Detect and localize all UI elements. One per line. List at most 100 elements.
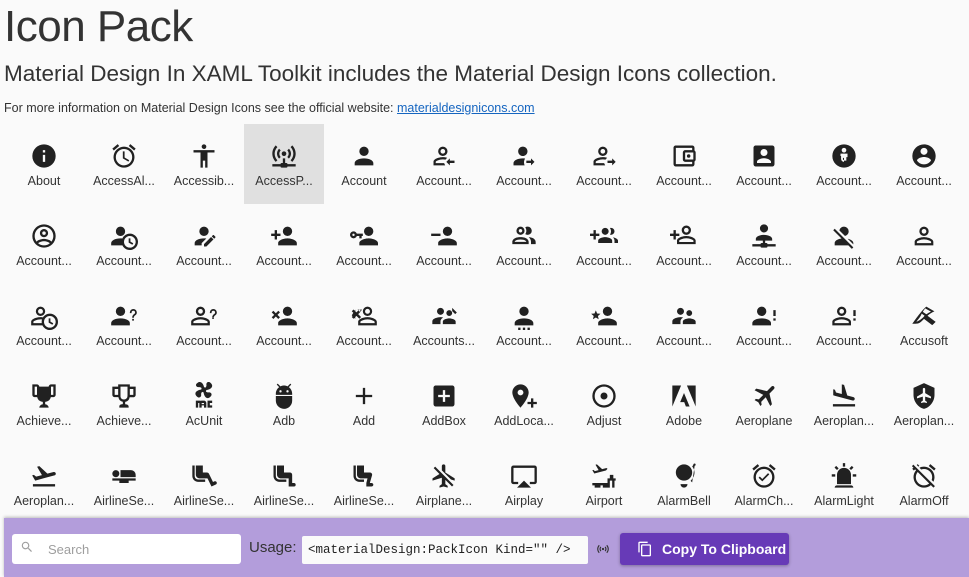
icon-tile-label: Account... xyxy=(176,254,232,268)
icon-tile[interactable]: Aeroplan... xyxy=(4,444,84,517)
icon-tile[interactable]: AirlineSe... xyxy=(164,444,244,517)
icon-tile[interactable]: AccessAl... xyxy=(84,124,164,204)
icon-tile[interactable]: AcUnit xyxy=(164,364,244,444)
icon-tile[interactable]: AirlineSe... xyxy=(324,444,404,517)
icon-tile[interactable]: Adjust xyxy=(564,364,644,444)
icon-tile[interactable]: Account... xyxy=(324,284,404,364)
icon-tile[interactable]: Accessib... xyxy=(164,124,244,204)
icon-tile-label: Account... xyxy=(96,254,152,268)
icon-tile[interactable]: Account... xyxy=(484,204,564,284)
icon-tile-label: Account xyxy=(341,174,387,188)
icon-tile[interactable]: Airplane... xyxy=(404,444,484,517)
icon-tile-label: AlarmOff xyxy=(899,494,949,508)
icon-tile[interactable]: About xyxy=(4,124,84,204)
search-box[interactable] xyxy=(12,534,241,564)
icon-tile[interactable]: Account xyxy=(324,124,404,204)
icon-tile[interactable]: Account... xyxy=(724,284,804,364)
icon-tile[interactable]: Aeroplan... xyxy=(884,364,964,444)
icon-tile[interactable]: Account... xyxy=(804,124,884,204)
icon-tile[interactable]: Account... xyxy=(564,204,644,284)
account-arrow-right-icon xyxy=(510,142,538,170)
icon-tile[interactable]: Account... xyxy=(564,284,644,364)
icon-tile[interactable]: Account... xyxy=(884,124,964,204)
icon-tile-label: AirlineSe... xyxy=(253,494,315,508)
icon-tile-label: Adb xyxy=(272,414,296,428)
icon-tile[interactable]: Account... xyxy=(164,284,244,364)
icon-tile[interactable]: AlarmLight xyxy=(804,444,884,517)
icon-tile[interactable]: Aeroplan... xyxy=(804,364,884,444)
icon-tile[interactable]: Account... xyxy=(644,204,724,284)
account-edit-icon xyxy=(190,222,218,250)
icon-tile[interactable]: Account... xyxy=(724,124,804,204)
icon-tile[interactable]: Account... xyxy=(84,284,164,364)
account-off-icon xyxy=(830,222,858,250)
website-link[interactable]: materialdesignicons.com xyxy=(397,101,535,115)
icon-pack-page: Icon Pack Material Design In XAML Toolki… xyxy=(0,0,969,577)
icon-tile[interactable]: Account... xyxy=(244,284,324,364)
icon-tile[interactable]: AirlineSe... xyxy=(84,444,164,517)
airplane-icon xyxy=(750,382,778,410)
icon-tile[interactable]: Account... xyxy=(644,124,724,204)
icon-tile-label: Accusoft xyxy=(900,334,948,348)
icon-tile[interactable]: Account... xyxy=(484,284,564,364)
icon-tile-label: AcUnit xyxy=(185,414,223,428)
icon-tile[interactable]: AirlineSe... xyxy=(244,444,324,517)
icon-tile[interactable]: Account... xyxy=(484,124,564,204)
access-point-icon xyxy=(596,542,610,556)
map-marker-plus-icon xyxy=(510,382,538,410)
icon-tile-label: Account... xyxy=(736,334,792,348)
icon-tile[interactable]: Account... xyxy=(84,204,164,284)
icon-tile[interactable]: Achieve... xyxy=(84,364,164,444)
icon-tile[interactable]: Airplay xyxy=(484,444,564,517)
icon-tile[interactable]: AccessP... xyxy=(244,124,324,204)
icon-tile-label: Account... xyxy=(416,254,472,268)
icon-tile[interactable]: Account... xyxy=(164,204,244,284)
account-remove-outline-icon xyxy=(350,302,378,330)
icon-tile[interactable]: Airport xyxy=(564,444,644,517)
icon-tile-label: Account... xyxy=(736,174,792,188)
icon-tile-label: Adobe xyxy=(665,414,703,428)
icon-tile-label: Adjust xyxy=(586,414,622,428)
icon-tile[interactable]: Account... xyxy=(324,204,404,284)
icon-tile-label: Account... xyxy=(416,174,472,188)
icon-tile[interactable]: Account... xyxy=(404,204,484,284)
icon-tile[interactable]: Account... xyxy=(644,284,724,364)
icon-tile[interactable]: Account... xyxy=(804,284,884,364)
copy-to-clipboard-button[interactable]: Copy To Clipboard xyxy=(620,533,789,565)
icon-tile[interactable]: AddLoca... xyxy=(484,364,564,444)
icon-tile[interactable]: AddBox xyxy=(404,364,484,444)
icon-tile[interactable]: Account... xyxy=(404,124,484,204)
icon-tile[interactable]: Accounts... xyxy=(404,284,484,364)
icon-tile-label: AccessAl... xyxy=(93,174,155,188)
icon-tile[interactable]: Account... xyxy=(884,204,964,284)
icon-tile[interactable]: Accusoft xyxy=(884,284,964,364)
icon-tile[interactable]: AlarmOff xyxy=(884,444,964,517)
alarm-off-icon xyxy=(910,462,938,490)
icon-tile[interactable]: Account... xyxy=(804,204,884,284)
content-copy-icon xyxy=(638,541,651,557)
icon-tile[interactable]: Account... xyxy=(244,204,324,284)
icon-tile[interactable]: Adb xyxy=(244,364,324,444)
icon-tile-label: AlarmLight xyxy=(814,494,874,508)
icon-tile[interactable]: Achieve... xyxy=(4,364,84,444)
icon-tile[interactable]: Adobe xyxy=(644,364,724,444)
icon-tile-label: AirlineSe... xyxy=(333,494,395,508)
icon-tile-label: Account... xyxy=(96,334,152,348)
icon-tile-label: Aeroplan... xyxy=(13,494,75,508)
icon-tile[interactable]: Aeroplane xyxy=(724,364,804,444)
icon-tile[interactable]: AlarmBell xyxy=(644,444,724,517)
icon-tile[interactable]: Add xyxy=(324,364,404,444)
icon-tile[interactable]: Account... xyxy=(724,204,804,284)
usage-code-field[interactable]: <materialDesign:PackIcon Kind="" /> xyxy=(302,536,588,564)
icon-tile[interactable]: AlarmCh... xyxy=(724,444,804,517)
icon-tile-label: AddLoca... xyxy=(494,414,554,428)
icon-tile[interactable]: Account... xyxy=(4,284,84,364)
icon-tile[interactable]: Account... xyxy=(564,124,644,204)
plus-icon xyxy=(350,382,378,410)
usage-label: Usage: xyxy=(249,539,297,556)
icon-tile-label: Achieve... xyxy=(96,414,152,428)
icon-tile-label: Account... xyxy=(656,174,712,188)
icon-tile[interactable]: Account... xyxy=(4,204,84,284)
seat-legroom-normal-icon xyxy=(270,462,298,490)
search-input[interactable] xyxy=(48,541,228,557)
